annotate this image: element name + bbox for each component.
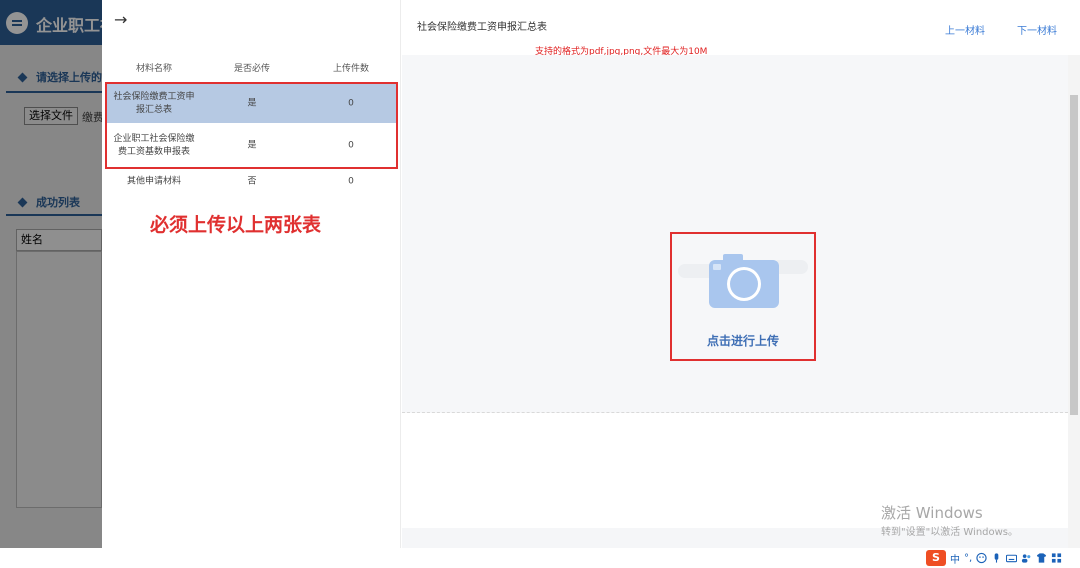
upload-drop-area[interactable]: 点击进行上传 (402, 55, 1068, 413)
column-header-material-name: 材料名称 (135, 64, 173, 74)
users-icon[interactable] (1021, 552, 1032, 564)
back-arrow-icon[interactable]: → (114, 10, 127, 29)
emoji-icon[interactable] (976, 552, 987, 564)
scrollbar[interactable] (1068, 55, 1080, 548)
scrollbar-thumb[interactable] (1070, 95, 1078, 415)
microphone-icon[interactable] (991, 552, 1002, 564)
upload-button[interactable]: 点击进行上传 (670, 232, 816, 361)
sogou-ime-icon[interactable]: S (926, 550, 946, 566)
upload-count: 0 (348, 176, 354, 187)
ime-punctuation-toggle[interactable]: °, (964, 553, 972, 564)
required-value: 否 (247, 176, 257, 187)
keyboard-icon[interactable] (1006, 552, 1018, 564)
system-tray: S 中 °, (0, 548, 1080, 568)
preview-panel: 社会保险缴费工资申报汇总表 上一材料 下一材料 支持的格式为pdf,jpg,pn… (402, 0, 1080, 548)
camera-icon (709, 254, 779, 308)
required-annotation: 必须上传以上两张表 (150, 214, 322, 236)
materials-panel: → 材料名称 是否必传 上传件数 社会保险缴费工资申 报汇总表 是 0 企业职工… (102, 0, 401, 548)
upload-modal: → 材料名称 是否必传 上传件数 社会保险缴费工资申 报汇总表 是 0 企业职工… (102, 0, 1080, 548)
windows-activation-hint: 转到"设置"以激活 Windows。 (881, 527, 1019, 538)
shirt-icon[interactable] (1036, 552, 1047, 564)
column-header-upload-count: 上传件数 (332, 64, 370, 74)
material-row-other[interactable]: 其他申请材料 否 0 (106, 173, 397, 191)
material-name: 其他申请材料 (126, 176, 182, 187)
next-material-link[interactable]: 下一材料 (1017, 22, 1057, 37)
ime-language-toggle[interactable]: 中 (950, 551, 960, 566)
prev-material-link[interactable]: 上一材料 (945, 22, 985, 37)
column-header-required: 是否必传 (233, 64, 271, 74)
grid-menu-icon[interactable] (1051, 552, 1062, 564)
document-title: 社会保险缴费工资申报汇总表 (417, 22, 547, 33)
windows-activation-title: 激活 Windows (881, 504, 983, 522)
required-rows-highlight (105, 82, 398, 169)
upload-label: 点击进行上传 (706, 334, 779, 348)
